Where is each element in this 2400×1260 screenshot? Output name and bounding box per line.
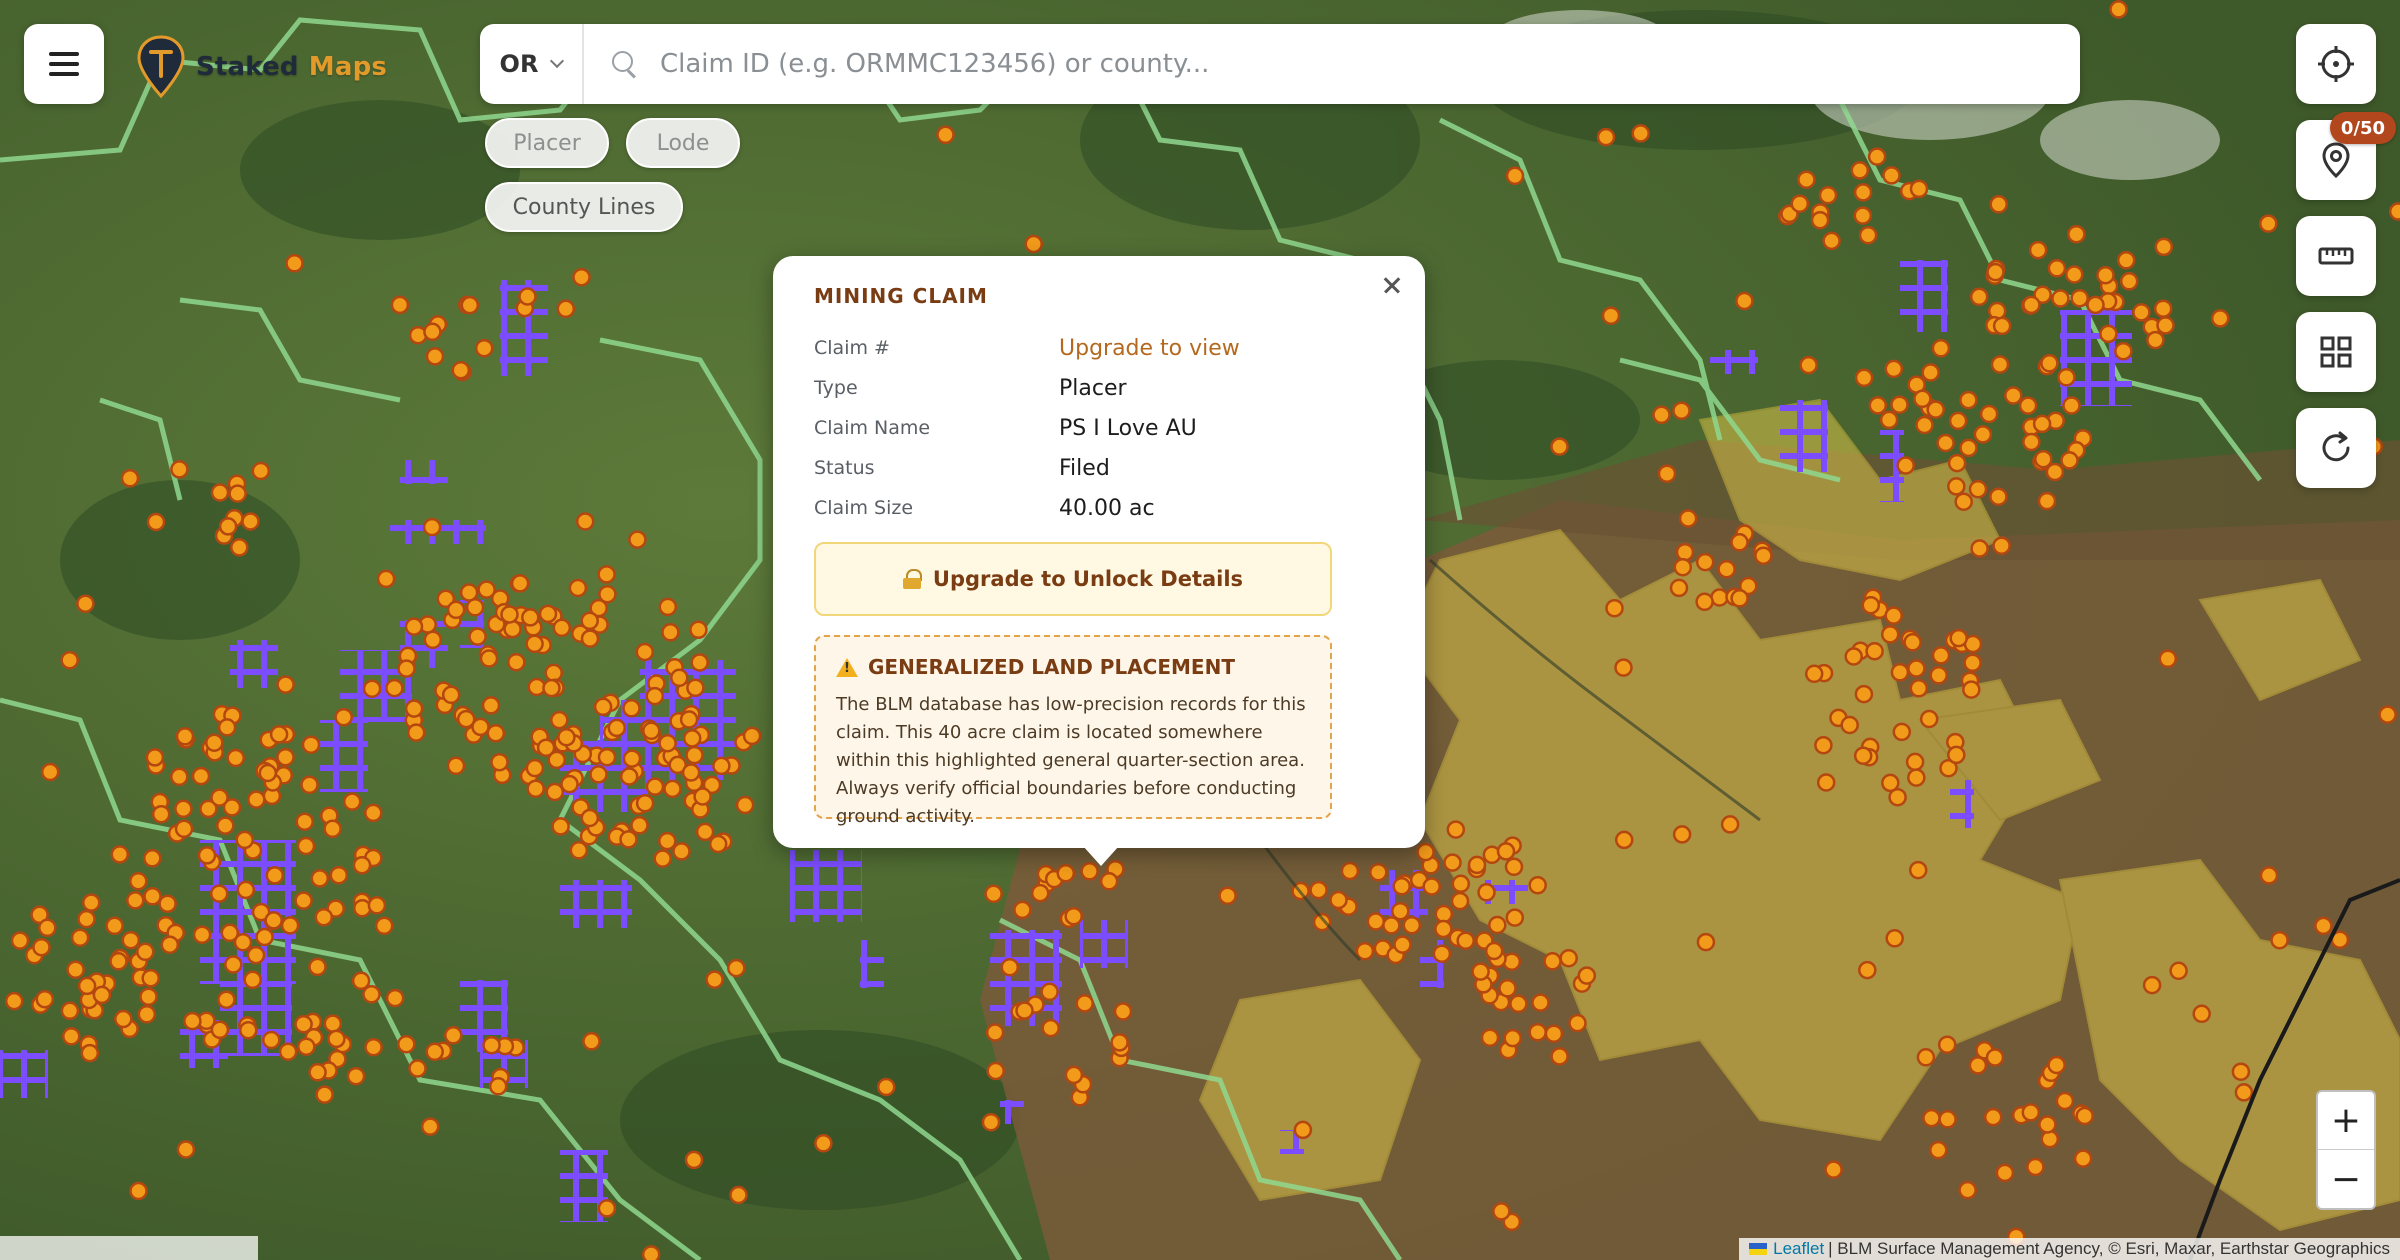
logo-word-maps: Maps: [308, 52, 388, 82]
menu-button[interactable]: [24, 24, 104, 104]
lock-icon: [902, 569, 922, 589]
grid-icon: [2320, 336, 2352, 368]
detail-value: 40.00 ac: [1059, 495, 1155, 521]
detail-key: Claim #: [814, 337, 890, 359]
layers-button[interactable]: [2296, 312, 2376, 392]
ruler-icon: [2318, 247, 2354, 265]
saved-count-badge: 0/50: [2330, 112, 2396, 144]
zoom-control: + −: [2316, 1090, 2376, 1210]
detail-value: Placer: [1059, 375, 1127, 401]
refresh-icon: [2322, 431, 2350, 462]
popup-title: MINING CLAIM: [814, 284, 988, 308]
warning-title-text: GENERALIZED LAND PLACEMENT: [868, 655, 1235, 679]
claim-details: Claim # Upgrade to view Type Placer Clai…: [814, 328, 1394, 528]
crosshair-icon: [2318, 46, 2354, 82]
attribution-text: | BLM Surface Management Agency, © Esri,…: [1828, 1239, 2390, 1258]
ukraine-flag-icon: [1749, 1243, 1768, 1255]
search-icon: [612, 51, 638, 77]
state-select-value: OR: [499, 50, 539, 78]
leaflet-link[interactable]: Leaflet: [1773, 1239, 1824, 1259]
detail-value: Filed: [1059, 455, 1110, 481]
detail-row-claim-name: Claim Name PS I Love AU: [814, 408, 1394, 448]
refresh-button[interactable]: [2296, 408, 2376, 488]
close-icon[interactable]: [1377, 270, 1407, 300]
upgrade-unlock-button[interactable]: Upgrade to Unlock Details: [814, 542, 1332, 616]
search-input[interactable]: [660, 49, 2080, 79]
detail-key: Status: [814, 457, 875, 479]
county-lines-chip[interactable]: County Lines: [485, 182, 683, 232]
popup-tip: [1083, 846, 1119, 866]
logo-word-staked: Staked: [196, 52, 299, 82]
generalized-placement-warning: GENERALIZED LAND PLACEMENT The BLM datab…: [814, 635, 1332, 827]
detail-value: PS I Love AU: [1059, 415, 1197, 441]
upgrade-unlock-label: Upgrade to Unlock Details: [932, 567, 1244, 591]
detail-key: Claim Name: [814, 417, 931, 439]
detail-row-claim-number: Claim # Upgrade to view: [814, 328, 1394, 368]
detail-row-status: Status Filed: [814, 448, 1394, 488]
zoom-in-button[interactable]: +: [2318, 1092, 2374, 1150]
zoom-out-button[interactable]: −: [2318, 1150, 2374, 1208]
detail-key: Type: [814, 377, 858, 399]
filter-lode-chip[interactable]: Lode: [626, 118, 740, 168]
measure-button[interactable]: [2296, 216, 2376, 296]
warning-icon: [836, 657, 858, 677]
bottom-left-panel: [0, 1236, 258, 1260]
detail-row-type: Type Placer: [814, 368, 1394, 408]
claim-popup: MINING CLAIM Claim # Upgrade to view Typ…: [773, 256, 1425, 866]
detail-row-claim-size: Claim Size 40.00 ac: [814, 488, 1394, 528]
detail-key: Claim Size: [814, 497, 914, 519]
upgrade-to-view-link[interactable]: Upgrade to view: [1059, 336, 1240, 361]
hamburger-icon: [49, 52, 79, 76]
warning-description: The BLM database has low-precision recor…: [836, 694, 1306, 827]
logo-pin-icon: [137, 35, 185, 99]
state-select[interactable]: OR: [480, 24, 584, 104]
logo: Staked Maps: [136, 34, 387, 100]
locate-button[interactable]: [2296, 24, 2376, 104]
filter-placer-chip[interactable]: Placer: [485, 118, 609, 168]
map-pin-icon: [2322, 142, 2350, 179]
warning-title: GENERALIZED LAND PLACEMENT: [836, 655, 1310, 679]
search-bar: OR: [480, 24, 2080, 104]
chevron-down-icon: [550, 53, 565, 69]
map-attribution: Leaflet | BLM Surface Management Agency,…: [1739, 1238, 2400, 1260]
